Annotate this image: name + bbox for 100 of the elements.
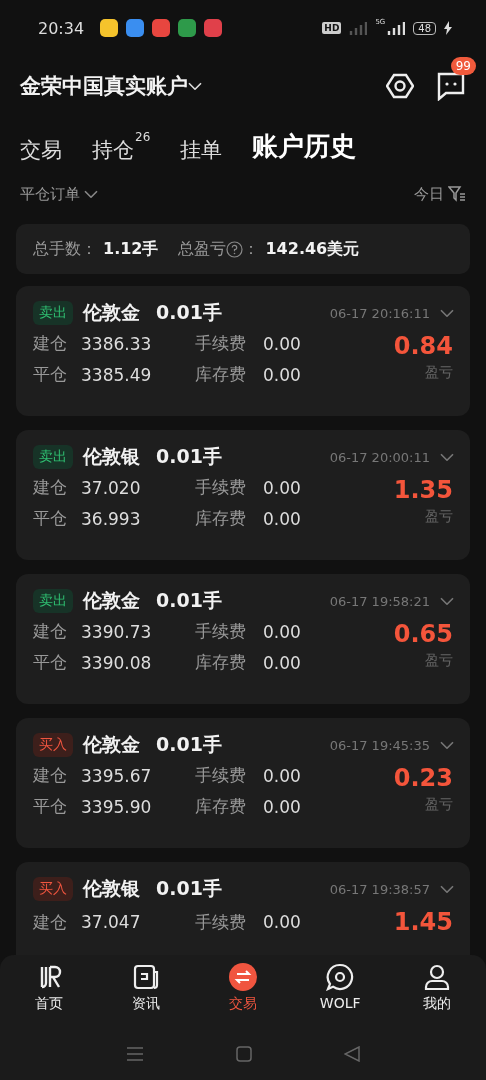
close-price: 3390.08	[81, 652, 153, 673]
home-square-icon[interactable]	[236, 1045, 252, 1062]
symbol: 伦敦金	[83, 300, 140, 325]
colon: ：	[243, 238, 260, 260]
field-label: 手续费	[195, 620, 247, 643]
fee-value: 0.00	[263, 912, 301, 932]
dropdown-caret-icon	[188, 81, 202, 91]
swap-value: 0.00	[263, 796, 301, 817]
expand-icon	[440, 308, 454, 318]
field-label: 建仓	[33, 910, 68, 934]
field-label: 手续费	[195, 476, 247, 499]
fee-value: 0.00	[263, 765, 301, 786]
close-price: 3385.49	[81, 364, 153, 385]
lot-size: 0.01手	[156, 444, 222, 469]
fee-value: 0.00	[263, 333, 301, 354]
profit-label: 盈亏	[425, 508, 453, 526]
lot-size: 0.01手	[156, 588, 222, 613]
side-tag: 卖出	[33, 301, 73, 325]
message-icon[interactable]	[436, 71, 466, 101]
filter-icon[interactable]	[448, 186, 466, 202]
app-notification-icon	[152, 19, 171, 37]
order-time: 06-17 19:38:57	[329, 881, 430, 897]
hd-label: HD	[322, 22, 342, 34]
lots-label: 总手数：	[33, 238, 97, 260]
order-type-dropdown[interactable]: 平仓订单	[20, 184, 98, 204]
side-tag: 卖出	[33, 445, 73, 469]
nav-item[interactable]: 交易	[207, 963, 278, 1027]
field-label: 库存费	[195, 507, 247, 530]
order-card[interactable]: 卖出 伦敦金 0.01手 06-17 20:16:11 建仓 3386.33 手续费 0.00 平仓 3385.49 库存费 0.00 0.84 盈亏	[16, 286, 470, 416]
nav-item[interactable]: 我的	[402, 963, 473, 1027]
symbol: 伦敦金	[83, 588, 140, 613]
nav-item[interactable]: 首页	[13, 963, 84, 1027]
field-label: 建仓	[33, 332, 68, 355]
field-label: 平仓	[33, 363, 68, 386]
date-filter[interactable]: 今日	[414, 184, 444, 204]
order-card[interactable]: 买入 伦敦银 0.01手 06-17 19:38:57 建仓 37.047 手续费 0.00 1.45	[16, 862, 470, 955]
settings-icon[interactable]	[386, 72, 414, 100]
field-label: 库存费	[195, 795, 247, 818]
close-price: 36.993	[81, 508, 142, 529]
symbol: 伦敦银	[83, 444, 140, 469]
tab[interactable]: 账户历史	[252, 129, 357, 164]
account-title[interactable]: 金荣中国真实账户	[20, 72, 188, 100]
tab[interactable]: 挂单	[180, 136, 223, 164]
field-label: 平仓	[33, 507, 68, 530]
caret-icon	[84, 189, 98, 199]
field-label: 手续费	[195, 764, 247, 787]
swap-value: 0.00	[263, 364, 301, 385]
lot-size: 0.01手	[156, 300, 222, 325]
profit-label: 盈亏	[425, 652, 453, 670]
nav-item[interactable]: WOLF	[305, 963, 376, 1027]
status-time: 20:34	[38, 18, 85, 38]
close-price: 3395.90	[81, 796, 153, 817]
order-time: 06-17 20:00:11	[329, 449, 430, 465]
help-icon[interactable]	[226, 240, 244, 258]
swap-value: 0.00	[263, 652, 301, 673]
profit-value: 0.65	[393, 620, 453, 648]
expand-icon	[440, 452, 454, 462]
order-card[interactable]: 卖出 伦敦金 0.01手 06-17 19:58:21 建仓 3390.73 手续费 0.00 平仓 3390.08 库存费 0.00 0.65 盈亏	[16, 574, 470, 704]
field-label: 手续费	[195, 910, 247, 934]
profit-value: 0.23	[393, 764, 453, 792]
pnl-label: 总盈亏	[178, 238, 227, 260]
swap-value: 0.00	[263, 508, 301, 529]
profit-value: 1.45	[393, 908, 453, 936]
order-card[interactable]: 买入 伦敦金 0.01手 06-17 19:45:35 建仓 3395.67 手续费 0.00 平仓 3395.90 库存费 0.00 0.23 盈亏	[16, 718, 470, 848]
battery-level: 48	[413, 21, 436, 35]
side-tag: 买入	[33, 877, 73, 901]
nav-item[interactable]: 资讯	[110, 963, 181, 1027]
news-icon	[131, 963, 160, 991]
order-card[interactable]: 卖出 伦敦银 0.01手 06-17 20:00:11 建仓 37.020 手续费 0.00 平仓 36.993 库存费 0.00 1.35 盈亏	[16, 430, 470, 560]
unread-badge: 99	[450, 57, 476, 75]
symbol: 伦敦银	[83, 876, 140, 901]
signal-icon	[387, 21, 406, 35]
symbol: 伦敦金	[83, 732, 140, 757]
field-label: 建仓	[33, 764, 68, 787]
tab[interactable]: 交易	[20, 136, 62, 164]
app-notification-icon	[178, 19, 197, 37]
app-notification-icon	[126, 19, 145, 37]
field-label: 平仓	[33, 795, 68, 818]
fee-value: 0.00	[263, 477, 301, 498]
open-price: 3386.33	[81, 333, 153, 354]
back-icon[interactable]	[344, 1045, 360, 1062]
lot-size: 0.01手	[156, 732, 222, 757]
profit-value: 1.35	[393, 476, 453, 504]
open-price: 37.047	[81, 912, 142, 932]
field-label: 手续费	[195, 332, 247, 355]
signal-icon	[349, 21, 368, 35]
chat-bubble-icon	[326, 963, 355, 991]
exchange-icon	[228, 963, 257, 991]
side-tag: 买入	[33, 733, 73, 757]
field-label: 建仓	[33, 476, 68, 499]
expand-icon	[440, 884, 454, 894]
field-label: 库存费	[195, 651, 247, 674]
charging-icon	[444, 21, 452, 35]
open-price: 37.020	[81, 477, 142, 498]
profit-value: 0.84	[393, 332, 453, 360]
app-notification-icon	[100, 19, 119, 37]
open-price: 3390.73	[81, 621, 153, 642]
order-time: 06-17 19:45:35	[329, 737, 430, 753]
field-label: 建仓	[33, 620, 68, 643]
open-price: 3395.67	[81, 765, 153, 786]
